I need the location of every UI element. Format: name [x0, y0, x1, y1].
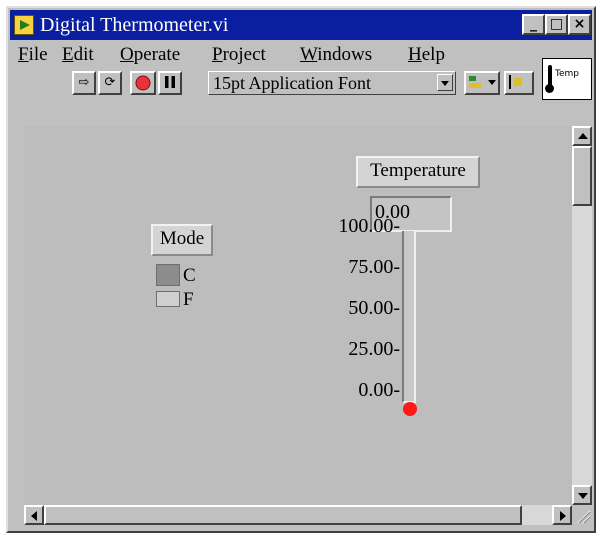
menu-windows[interactable]: Windows	[300, 44, 372, 66]
menu-edit-mnemonic: E	[62, 44, 74, 65]
abort-button[interactable]	[130, 71, 156, 95]
close-button[interactable]: ×	[568, 14, 591, 35]
stop-sign-icon	[135, 75, 151, 91]
vertical-scroll-thumb[interactable]	[572, 146, 592, 206]
scale-tick-label: 50.00-	[348, 297, 400, 319]
window-title: Digital Thermometer.vi	[40, 14, 229, 36]
vertical-scrollbar[interactable]	[572, 126, 592, 505]
menu-operate[interactable]: Operate	[120, 44, 180, 66]
menu-bar: File Edit Operate Project Windows Help	[10, 42, 530, 68]
mode-label: Mode	[151, 224, 213, 256]
scale-tick-label: 25.00-	[348, 338, 400, 360]
resize-grip-icon[interactable]	[572, 505, 592, 525]
scale-tick-label: 0.00-	[358, 379, 400, 401]
resize-grip-lines	[577, 510, 591, 524]
scale-tick-label: 100.00-	[338, 215, 400, 237]
scroll-down-button[interactable]	[572, 485, 592, 505]
minimize-button[interactable]: _	[522, 14, 545, 35]
mode-option-c: C	[183, 265, 196, 286]
temperature-label: Temperature	[356, 156, 480, 188]
horizontal-scrollbar[interactable]	[24, 505, 572, 525]
menu-project-mnemonic: P	[212, 44, 223, 65]
menu-file-label: ile	[28, 44, 48, 65]
menu-operate-label: perate	[133, 44, 181, 65]
mode-switch-f[interactable]	[156, 291, 180, 307]
text-settings-ring[interactable]: 15pt Application Font	[208, 71, 456, 95]
text-settings-value: 15pt Application Font	[213, 73, 372, 93]
menu-file[interactable]: File	[18, 44, 48, 66]
menu-windows-label: indows	[317, 44, 373, 65]
front-panel[interactable]: Temperature Mode	[24, 126, 572, 505]
menu-help-label: elp	[421, 44, 445, 65]
chevron-down-icon[interactable]	[437, 74, 453, 91]
maximize-button[interactable]: □	[545, 14, 568, 35]
scale-tick-label: 75.00-	[348, 256, 400, 278]
align-objects-icon	[469, 76, 496, 88]
thermometer-tube	[402, 231, 416, 403]
menu-operate-mnemonic: O	[120, 44, 134, 65]
thermometer-bulb	[403, 402, 417, 416]
pause-button[interactable]	[158, 71, 182, 95]
toolbar: ⇨ ⟳ 15pt Application Font	[10, 68, 550, 98]
align-objects-button[interactable]	[464, 71, 500, 95]
mode-switch-c[interactable]	[156, 264, 180, 286]
menu-project-label: roject	[222, 44, 266, 65]
vi-connector-icon[interactable]: Temp	[542, 58, 592, 100]
menu-help-mnemonic: H	[408, 44, 422, 65]
distribute-objects-button[interactable]	[504, 71, 534, 95]
title-bar[interactable]: Digital Thermometer.vi _ □ ×	[10, 10, 592, 40]
run-continuously-button[interactable]: ⟳	[98, 71, 122, 95]
run-arrow-icon: ⇨	[78, 75, 90, 90]
menu-edit[interactable]: Edit	[62, 44, 94, 66]
scroll-up-button[interactable]	[572, 126, 592, 146]
scroll-right-button[interactable]	[552, 505, 572, 525]
distribute-objects-icon	[509, 75, 522, 89]
menu-help[interactable]: Help	[408, 44, 445, 66]
thermometer-icon	[545, 65, 554, 93]
menu-file-mnemonic: F	[18, 44, 29, 65]
menu-project[interactable]: Project	[212, 44, 266, 66]
menu-edit-label: dit	[73, 44, 94, 65]
vi-window: Digital Thermometer.vi _ □ × File Edit O…	[6, 6, 596, 533]
labview-vi-icon[interactable]	[14, 15, 34, 35]
mode-option-f: F	[183, 289, 194, 310]
run-button[interactable]: ⇨	[72, 71, 96, 95]
pause-icon	[165, 76, 175, 88]
run-continuously-icon: ⟳	[104, 75, 116, 90]
vi-icon-label: Temp	[555, 69, 579, 79]
menu-windows-mnemonic: W	[300, 44, 318, 65]
scroll-left-button[interactable]	[24, 505, 44, 525]
horizontal-scroll-thumb[interactable]	[44, 505, 522, 525]
